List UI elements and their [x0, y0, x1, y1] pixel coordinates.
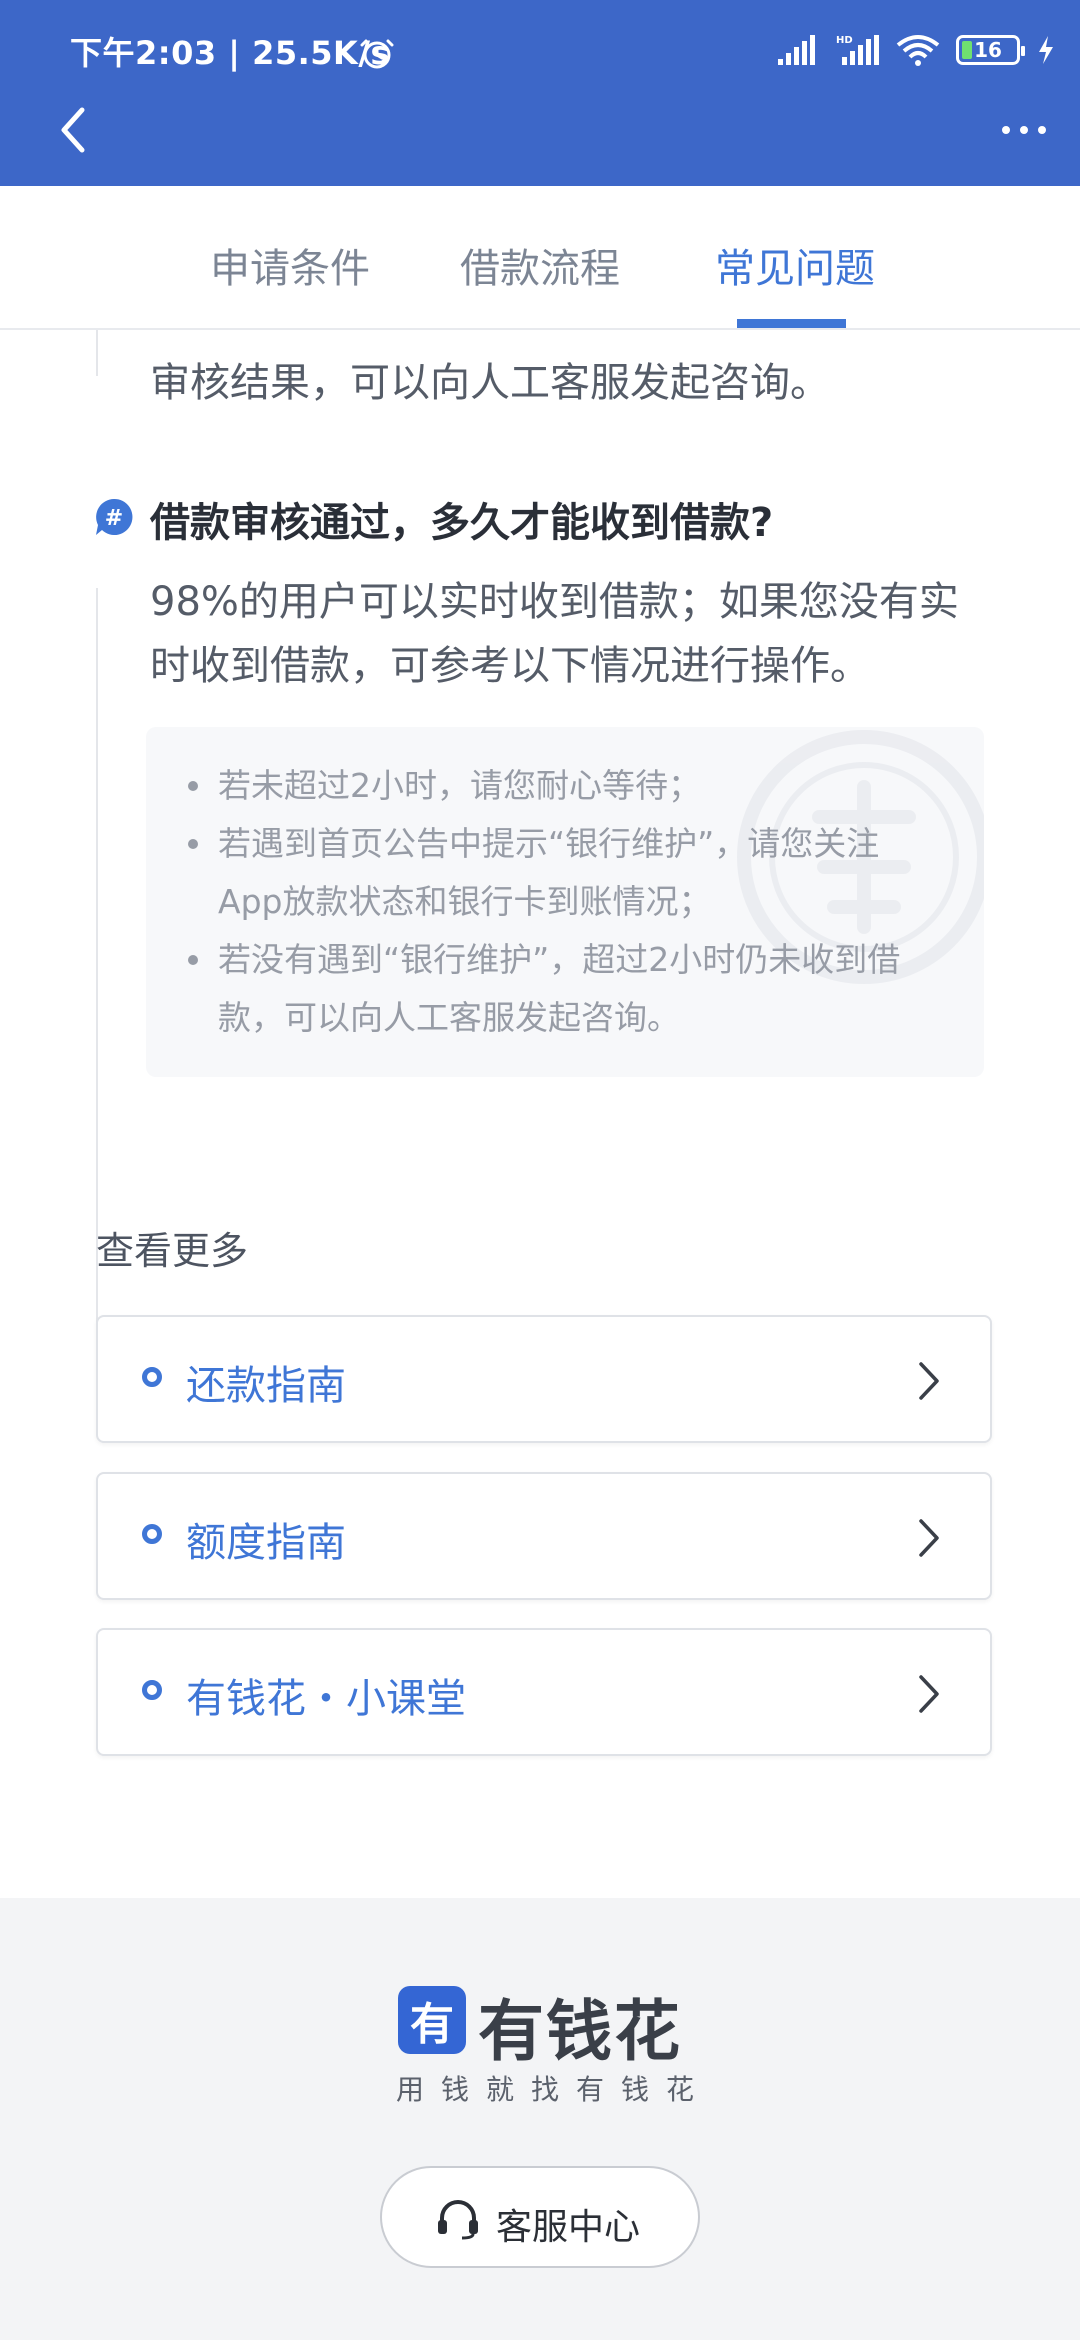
tip-item: 若遇到首页公告中提示“银行维护”，请您关注 App放款状态和银行卡到账情况； — [186, 815, 946, 931]
brand-logo-icon: 有 — [398, 1986, 466, 2054]
signal-hd-icon: HD — [836, 35, 879, 65]
svg-text:#: # — [105, 506, 123, 531]
more-options-icon[interactable] — [994, 108, 1054, 152]
active-tab-indicator — [737, 319, 846, 328]
tips-list: 若未超过2小时，请您耐心等待； 若遇到首页公告中提示“银行维护”，请您关注 Ap… — [186, 757, 946, 1047]
faq-question: 借款审核通过，多久才能收到借款? — [150, 500, 774, 546]
alarm-icon — [360, 39, 394, 69]
faq-answer-line: 时收到借款，可参考以下情况进行操作。 — [150, 643, 870, 689]
customer-service-button[interactable]: 客服中心 — [380, 2166, 700, 2268]
signal-icon — [778, 35, 815, 65]
app-header: 下午2:03 | 25.5K/s HD 16 — [0, 0, 1080, 186]
tab-borrowing-process[interactable]: 借款流程 — [460, 236, 620, 294]
customer-service-label: 客服中心 — [496, 2207, 641, 2248]
see-more-title: 查看更多 — [96, 1229, 249, 1273]
more-item-repayment-guide[interactable]: 还款指南 — [96, 1315, 992, 1443]
more-item-label: 额度指南 — [186, 1520, 346, 1566]
more-item-credit-limit-guide[interactable]: 额度指南 — [96, 1472, 992, 1600]
brand-name: 有钱花 — [478, 1993, 682, 2070]
more-item-label: 有钱花・小课堂 — [186, 1676, 466, 1722]
tip-item: 若未超过2小时，请您耐心等待； — [186, 757, 946, 815]
faq-answer: 98%的用户可以实时收到借款；如果您没有实 时收到借款，可参考以下情况进行操作。 — [150, 570, 980, 698]
hash-bubble-icon: # — [96, 498, 133, 535]
tab-application-conditions[interactable]: 申请条件 — [210, 236, 370, 294]
status-time-speed: 下午2:03 | 25.5K/s — [70, 34, 391, 72]
brand-slogan: 用钱就找有钱花 — [396, 2073, 712, 2106]
tab-faq[interactable]: 常见问题 — [715, 236, 875, 294]
status-icons: HD 16 — [776, 28, 1056, 72]
tips-card: 若未超过2小时，请您耐心等待； 若遇到首页公告中提示“银行维护”，请您关注 Ap… — [146, 727, 984, 1077]
chevron-right-icon — [919, 1362, 939, 1400]
more-item-classroom[interactable]: 有钱花・小课堂 — [96, 1628, 992, 1756]
footer: 有 有钱花 用钱就找有钱花 客服中心 — [0, 1898, 1080, 2340]
battery-level: 16 — [974, 38, 1002, 62]
back-icon[interactable] — [50, 100, 100, 160]
more-item-label: 还款指南 — [186, 1363, 346, 1409]
chevron-right-icon — [919, 1675, 939, 1713]
answer-left-border — [96, 588, 98, 1406]
bullet-dot-icon — [142, 1367, 162, 1387]
bullet-dot-icon — [142, 1524, 162, 1544]
previous-answer-tail: 审核结果，可以向人工客服发起咨询。 — [150, 360, 830, 406]
wifi-icon — [896, 35, 940, 66]
chevron-right-icon — [919, 1519, 939, 1557]
charging-bolt-icon — [1039, 36, 1053, 64]
answer-left-border — [96, 330, 98, 376]
battery-icon: 16 — [956, 35, 1025, 65]
tab-bar: 申请条件 借款流程 常见问题 — [0, 186, 1080, 330]
tip-item: 若没有遇到“银行维护”，超过2小时仍未收到借 款，可以向人工客服发起咨询。 — [186, 931, 946, 1047]
hd-label: HD — [836, 35, 853, 46]
headset-icon — [438, 2200, 478, 2240]
bullet-dot-icon — [142, 1680, 162, 1700]
faq-answer-line: 98%的用户可以实时收到借款；如果您没有实 — [150, 579, 959, 625]
